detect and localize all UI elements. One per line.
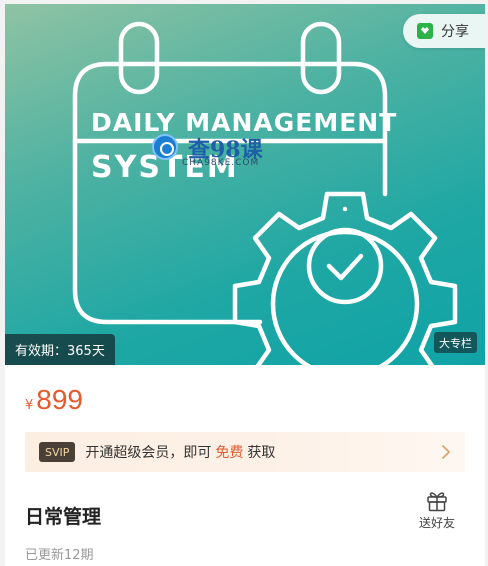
calendar-gear-icon [72, 21, 458, 365]
svip-promo-bar[interactable]: SVIP 开通超级会员，即可 免费 获取 [25, 432, 465, 472]
gift-label: 送好友 [418, 516, 455, 530]
share-button[interactable]: 分享 [403, 14, 485, 48]
course-cover: DAILY MANAGEMENT SYSTEM 查98课 CHA98KE.COM… [5, 4, 485, 365]
gift-icon [427, 492, 447, 512]
svip-text-after: 获取 [247, 445, 276, 461]
wechat-icon [417, 23, 433, 39]
share-label: 分享 [441, 24, 469, 40]
svip-text-free: 免费 [215, 445, 244, 461]
column-tag: 大专栏 [434, 332, 477, 353]
svip-badge: SVIP [39, 442, 76, 462]
validity-badge: 有效期：365天 [5, 334, 115, 365]
chevron-right-icon [442, 445, 450, 459]
price-value: 899 [36, 384, 83, 415]
watermark-logo-icon [152, 134, 178, 160]
update-status: 已更新12期 [25, 548, 94, 563]
gift-to-friend-button[interactable]: 送好友 [415, 490, 459, 531]
svip-text-before: 开通超级会员，即可 [85, 445, 212, 461]
course-detail-page: DAILY MANAGEMENT SYSTEM 查98课 CHA98KE.COM… [5, 4, 485, 566]
svip-text: 开通超级会员，即可 免费 获取 [85, 442, 275, 462]
watermark-url: CHA98KE.COM [182, 158, 260, 168]
price: ¥ 899 [25, 384, 83, 416]
course-title: 日常管理 [25, 506, 102, 528]
watermark: 查98课 CHA98KE.COM [152, 132, 284, 176]
price-currency: ¥ [25, 398, 34, 413]
